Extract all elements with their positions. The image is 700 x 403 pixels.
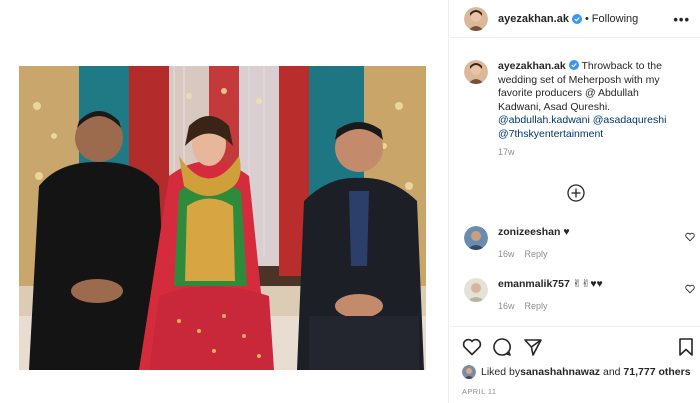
comment-avatar[interactable] [464, 278, 488, 302]
user-avatar-icon [464, 278, 488, 302]
comment-text: ✌✌♥♥ [569, 278, 603, 290]
wedding-photo-illustration [19, 66, 426, 370]
comment-meta: 16w Reply [498, 248, 668, 261]
mention-7thskyentertainment[interactable]: @7thskyentertainment [498, 128, 603, 140]
liked-by-user[interactable]: sanashahnawaz [520, 366, 600, 378]
load-more-comments-icon[interactable] [567, 184, 585, 202]
post-header: ayezakhan.ak • Following ••• [450, 0, 700, 38]
like-heart-icon[interactable] [462, 337, 482, 357]
comment-text: ♥ [560, 226, 570, 238]
likes-and: and [600, 366, 624, 378]
comment-body: emanmalik757 ✌✌♥♥ 16w Reply [498, 278, 668, 313]
profile-avatar-icon [464, 60, 488, 84]
liker-avatar[interactable] [462, 365, 476, 379]
header-username[interactable]: ayezakhan.ak [498, 13, 569, 25]
reply-button[interactable]: Reply [525, 301, 548, 311]
post-media [0, 0, 449, 403]
comment-item: zonizeeshan ♥ 16w Reply [464, 226, 695, 261]
post-caption: ayezakhan.ak Throwback to the wedding se… [464, 60, 689, 160]
user-avatar-icon [462, 365, 476, 379]
verified-badge-icon [568, 60, 579, 70]
likes-prefix: Liked by [481, 366, 521, 378]
post-date[interactable]: APRIL 11 [462, 387, 496, 396]
comment-time[interactable]: 16w [498, 249, 515, 259]
comment-item: emanmalik757 ✌✌♥♥ 16w Reply [464, 278, 695, 313]
like-comment-heart-icon[interactable] [685, 284, 695, 294]
header-separator: • [584, 12, 589, 25]
mention-asadaqureshi[interactable]: @asadaqureshi [593, 114, 667, 126]
reply-button[interactable]: Reply [525, 249, 548, 259]
post-actions: Liked by sanashahnawaz and 71,777 others… [450, 326, 700, 403]
comment-username[interactable]: emanmalik757 [498, 278, 570, 290]
post-sidebar: ayezakhan.ak • Following ••• ayezakhan.a… [450, 0, 700, 403]
comment-body: zonizeeshan ♥ 16w Reply [498, 226, 668, 261]
save-bookmark-icon[interactable] [676, 337, 696, 357]
mention-abdullah-kadwani[interactable]: @abdullah.kadwani [498, 114, 590, 126]
avatar[interactable] [464, 6, 488, 31]
share-paper-plane-icon[interactable] [523, 337, 543, 357]
more-options-icon[interactable]: ••• [673, 12, 690, 27]
comment-username[interactable]: zonizeeshan [498, 226, 560, 238]
following-button[interactable]: Following [592, 13, 638, 25]
like-comment-heart-icon[interactable] [685, 232, 695, 242]
likes-count[interactable]: 71,777 others [623, 366, 690, 378]
caption-timestamp[interactable]: 17w [498, 146, 683, 160]
comment-meta: 16w Reply [498, 300, 668, 313]
likes-summary: Liked by sanashahnawaz and 71,777 others [462, 365, 691, 379]
comment-time[interactable]: 16w [498, 301, 515, 311]
profile-avatar-icon [464, 6, 488, 31]
verified-badge-icon [571, 13, 582, 24]
post-photo[interactable] [19, 66, 426, 370]
user-avatar-icon [464, 226, 488, 250]
caption-avatar[interactable] [464, 60, 488, 84]
caption-username[interactable]: ayezakhan.ak [498, 60, 566, 72]
comment-avatar[interactable] [464, 226, 488, 250]
caption-text: ayezakhan.ak Throwback to the wedding se… [498, 60, 683, 160]
comment-bubble-icon[interactable] [492, 337, 512, 357]
